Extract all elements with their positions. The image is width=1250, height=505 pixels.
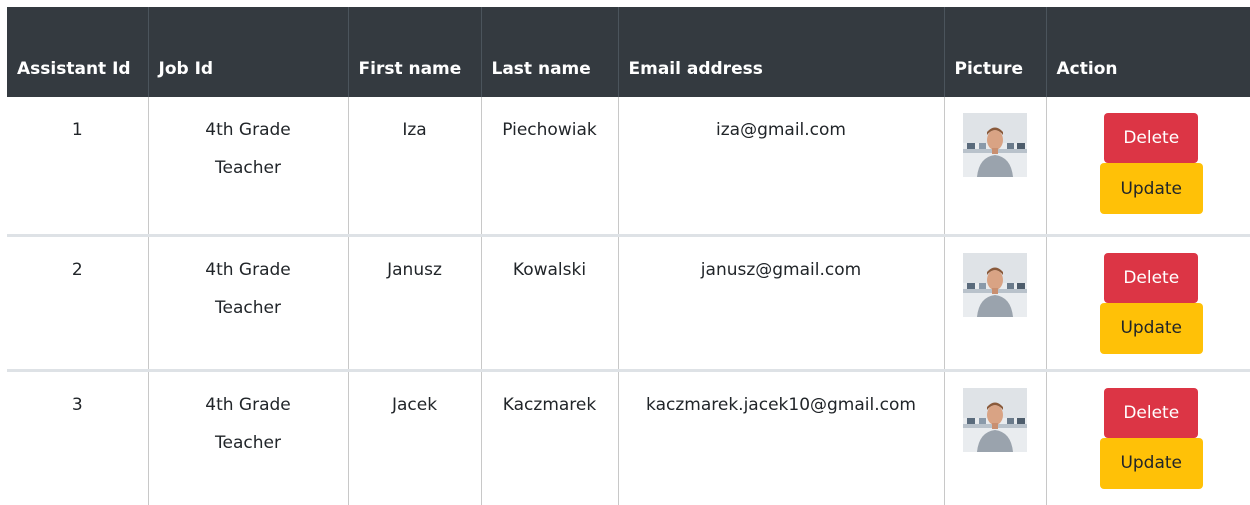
table-body: 1 4th Grade Teacher Iza Piechowiak iza@g… [7,97,1250,505]
cell-first-name: Janusz [348,233,482,370]
update-button[interactable]: Update [1099,437,1203,489]
header-email: Email address [618,7,945,97]
update-button[interactable]: Update [1099,302,1203,354]
cell-picture [944,368,1047,505]
delete-button[interactable]: Delete [1104,113,1199,163]
header-first-name: First name [348,7,482,97]
cell-email: janusz@gmail.com [618,233,945,370]
cell-assistant-id: 2 [7,233,149,370]
cell-assistant-id: 3 [7,368,149,505]
cell-assistant-id: 1 [7,97,149,235]
cell-action: Delete Update [1046,368,1250,505]
cell-action: Delete Update [1046,233,1250,370]
cell-picture [944,97,1047,235]
table-header: Assistant Id Job Id First name Last name… [7,7,1250,97]
cell-last-name: Kaczmarek [481,368,619,505]
delete-button[interactable]: Delete [1104,252,1199,303]
header-row: Assistant Id Job Id First name Last name… [7,7,1250,97]
header-job-id: Job Id [148,7,349,97]
delete-button[interactable]: Delete [1104,387,1199,438]
person-photo-icon [953,387,1038,452]
person-photo-icon [953,113,1038,177]
cell-action: Delete Update [1046,97,1250,235]
cell-job-id: 4th Grade Teacher [148,97,349,235]
cell-last-name: Piechowiak [481,97,619,235]
update-button[interactable]: Update [1099,163,1203,214]
cell-first-name: Jacek [348,368,482,505]
assistants-table: Assistant Id Job Id First name Last name… [7,7,1250,505]
cell-email: iza@gmail.com [618,97,945,235]
cell-first-name: Iza [348,97,482,235]
cell-job-id: 4th Grade Teacher [148,368,349,505]
table-row: 2 4th Grade Teacher Janusz Kowalski janu… [7,233,1250,370]
header-assistant-id: Assistant Id [7,7,149,97]
assistants-table-container: Assistant Id Job Id First name Last name… [7,7,1250,505]
header-last-name: Last name [481,7,619,97]
header-action: Action [1046,7,1250,97]
cell-picture [944,233,1047,370]
header-picture: Picture [944,7,1047,97]
cell-last-name: Kowalski [481,233,619,370]
cell-email: kaczmarek.jacek10@gmail.com [618,368,945,505]
cell-job-id: 4th Grade Teacher [148,233,349,370]
person-photo-icon [953,252,1038,317]
table-row: 1 4th Grade Teacher Iza Piechowiak iza@g… [7,97,1250,235]
table-row: 3 4th Grade Teacher Jacek Kaczmarek kacz… [7,368,1250,505]
